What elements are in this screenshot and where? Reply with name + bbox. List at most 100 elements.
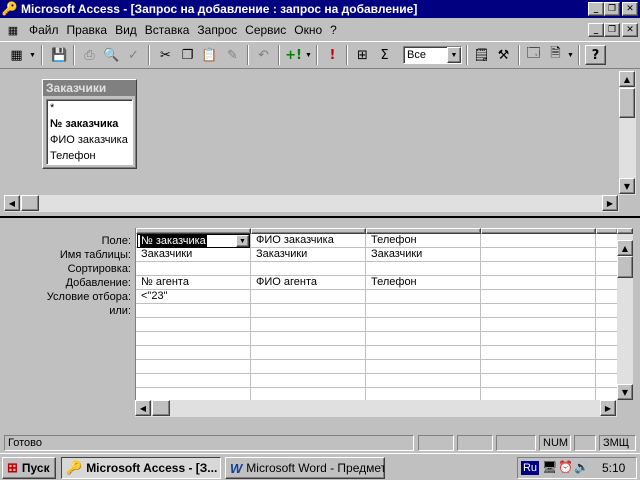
toolbar-separator [466,45,468,65]
task-word-label: Microsoft Word - Предмет... [246,461,385,475]
builder-icon[interactable]: ⚒ [493,45,514,65]
view-icon[interactable]: ▦ [6,45,27,65]
properties-icon[interactable]: 🗒 [471,45,492,65]
grid-cell-table-3[interactable]: Заказчики [368,248,480,262]
menu-tools[interactable]: Сервис [241,23,290,37]
grid-hscrollbar[interactable]: ◀ ▶ [135,400,617,417]
grid-cell-field-2[interactable]: ФИО заказчика [253,234,365,248]
document-icon[interactable]: ▦ [4,22,22,38]
scroll-down-icon[interactable]: ▼ [617,384,633,400]
access-key-icon[interactable]: 🔑 [2,1,18,17]
help-icon[interactable]: ? [585,45,606,65]
scroll-up-icon[interactable]: ▲ [619,71,635,87]
volume-icon[interactable]: 🔊 [574,460,589,474]
scroll-thumb[interactable] [21,195,39,211]
system-tray: Ru 🖥 ⏰ 🔊 5:10 [517,457,637,479]
scroll-thumb[interactable] [617,256,633,278]
start-button[interactable]: ⊞ Пуск [2,457,56,479]
menu-file[interactable]: Файл [25,23,63,37]
field-list-item-all[interactable]: * [47,100,132,116]
grid-cell-table-2[interactable]: Заказчики [253,248,365,262]
run-icon[interactable]: ! [322,45,343,65]
row-label-criteria: Условие отбора: [46,291,131,303]
language-indicator[interactable]: Ru [521,461,539,475]
menu-query[interactable]: Запрос [193,23,241,37]
menu-insert[interactable]: Вставка [141,23,194,37]
row-label-append-to: Добавление: [65,277,131,289]
grid-cell-criteria-2[interactable] [253,290,365,304]
menu-edit[interactable]: Правка [63,23,112,37]
menu-view[interactable]: Вид [111,23,141,37]
scroll-right-icon[interactable]: ▶ [600,400,616,416]
scroll-thumb[interactable] [152,400,170,416]
cut-icon[interactable]: ✂ [155,45,176,65]
paste-icon[interactable]: 📋 [199,45,220,65]
doc-close-button[interactable]: ✕ [622,23,638,37]
network-icon[interactable]: 🖥 [542,460,557,474]
scroll-right-icon[interactable]: ▶ [602,195,618,211]
database-window-icon[interactable]: 🗔 [523,45,544,65]
scroll-left-icon[interactable]: ◀ [135,400,151,416]
status-text: Готово [4,435,414,451]
scroll-left-icon[interactable]: ◀ [4,195,20,211]
task-word[interactable]: W Microsoft Word - Предмет... [225,457,385,479]
copy-icon[interactable]: ❐ [177,45,198,65]
design-grid[interactable]: № заказчика ▼ Заказчики № агента <"23" Ф… [135,228,617,400]
table-pane-hscrollbar[interactable]: ◀ ▶ [4,195,619,212]
scroll-thumb[interactable] [619,88,635,118]
new-object-dropdown-arrow[interactable]: ▼ [566,45,575,65]
top-values-select[interactable]: Все ▼ [403,46,462,64]
status-num: NUM [539,435,571,451]
toolbar-separator [247,45,249,65]
undo-icon[interactable]: ↶ [253,45,274,65]
table-pane-vscrollbar[interactable]: ▲ ▼ [619,71,636,195]
show-table-icon[interactable]: ⊞ [352,45,373,65]
scroll-up-icon[interactable]: ▲ [617,240,633,256]
field-list-item-customer-number[interactable]: № заказчика [47,116,132,132]
grid-cell-field-3[interactable]: Телефон [368,234,480,248]
grid-cell-sort-2[interactable] [253,262,365,276]
menu-help[interactable]: ? [326,23,341,37]
toolbar-separator [278,45,280,65]
minimize-button[interactable]: _ [588,2,604,16]
totals-icon[interactable]: Σ [374,45,395,65]
menu-window[interactable]: Окно [290,23,326,37]
grid-cell-sort-1[interactable] [138,262,250,276]
print-icon[interactable]: ⎙ [79,45,100,65]
scheduler-icon[interactable]: ⏰ [558,460,573,474]
field-combo-1[interactable]: № заказчика ▼ [137,234,250,248]
status-panel [457,435,493,451]
scroll-down-icon[interactable]: ▼ [619,178,635,194]
new-object-icon[interactable]: 🗎 [545,45,566,65]
close-button[interactable]: ✕ [622,2,638,16]
grid-cell-append-2[interactable]: ФИО агента [253,276,365,290]
save-icon[interactable]: 💾 [49,45,70,65]
column-selector[interactable] [481,228,596,234]
doc-restore-button[interactable]: ❐ [604,23,620,37]
clock[interactable]: 5:10 [602,461,625,475]
print-preview-icon[interactable]: 🔍 [101,45,122,65]
query-type-dropdown-arrow[interactable]: ▼ [304,45,313,65]
column-selector[interactable] [596,228,617,234]
grid-cell-append-1[interactable]: № агента [138,276,250,290]
field-list-item-customer-name[interactable]: ФИО заказчика [47,132,132,148]
start-label: Пуск [21,461,50,475]
spelling-icon[interactable]: ✓ [123,45,144,65]
grid-cell-sort-3[interactable] [368,262,480,276]
field-list-title[interactable]: Заказчики [43,80,136,96]
grid-cell-criteria-1[interactable]: <"23" [138,290,250,304]
doc-minimize-button[interactable]: _ [588,23,604,37]
grid-cell-append-3[interactable]: Телефон [368,276,480,290]
grid-cell-criteria-3[interactable] [368,290,480,304]
view-dropdown-arrow[interactable]: ▼ [28,45,37,65]
field-list-window[interactable]: Заказчики * № заказчика ФИО заказчика Те… [42,79,137,169]
task-access[interactable]: 🔑 Microsoft Access - [З... [61,457,221,479]
query-type-icon[interactable]: +! [283,45,304,65]
chevron-down-icon[interactable]: ▼ [447,47,461,63]
field-list-item-phone[interactable]: Телефон [47,148,132,164]
restore-button[interactable]: ❐ [604,2,620,16]
grid-cell-table-1[interactable]: Заказчики [138,248,250,262]
grid-vscrollbar[interactable]: ▲ ▼ [617,228,633,400]
format-painter-icon[interactable]: ✎ [222,45,243,65]
chevron-down-icon[interactable]: ▼ [236,235,249,247]
